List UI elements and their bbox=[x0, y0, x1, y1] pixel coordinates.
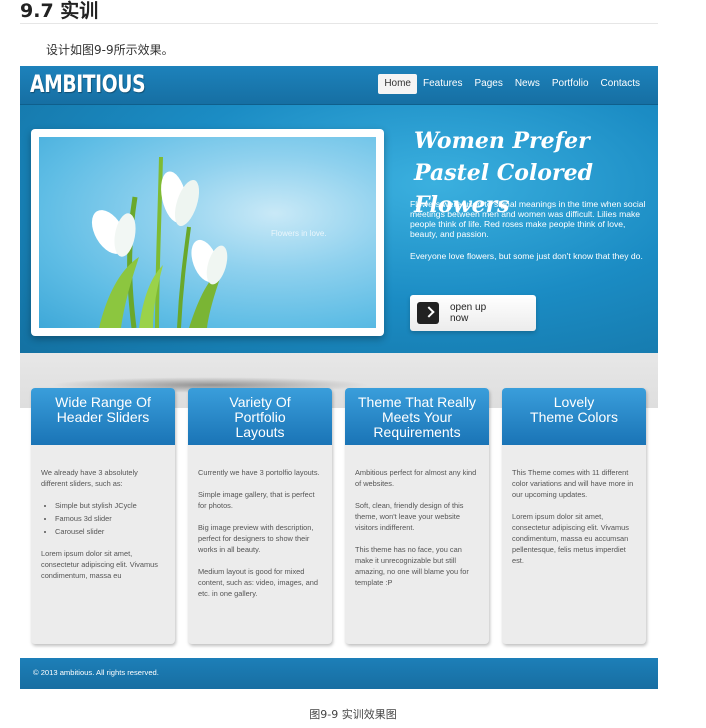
hero-banner: Flowers in love. Women Prefer Pastel Col… bbox=[20, 105, 658, 408]
box-paragraph: This Theme comes with 11 different color… bbox=[512, 468, 634, 499]
feature-box-title: Wide Range Of Header Sliders bbox=[31, 388, 175, 445]
nav-contacts[interactable]: Contacts bbox=[595, 74, 646, 94]
box-paragraph: Lorem ipsum dolor sit amet, consectetur … bbox=[512, 512, 629, 565]
site-footer: © 2013 ambitious. All rights reserved. bbox=[20, 658, 658, 689]
box-paragraph: We already have 3 absolutely different s… bbox=[41, 468, 138, 488]
box-paragraph: Medium layout is good for mixed content,… bbox=[198, 567, 318, 598]
nav-pages[interactable]: Pages bbox=[468, 74, 508, 94]
site-logo[interactable]: AMBITIOUS bbox=[30, 70, 146, 98]
title-divider bbox=[20, 23, 658, 24]
title-line: Theme That Really bbox=[357, 394, 476, 410]
website-figure: AMBITIOUS Home Features Pages News Portf… bbox=[20, 66, 658, 689]
flower-photo: Flowers in love. bbox=[39, 137, 376, 328]
box-paragraph: Currently we have 3 portolfio layouts. bbox=[198, 468, 320, 477]
open-up-now-button[interactable]: open up now bbox=[410, 295, 536, 331]
feature-box-sliders: Wide Range Of Header Sliders We already … bbox=[31, 388, 175, 644]
title-line: Variety Of bbox=[229, 394, 291, 410]
nav-portfolio[interactable]: Portfolio bbox=[546, 74, 595, 94]
box-paragraph: Soft, clean, friendly design of this the… bbox=[355, 501, 464, 532]
feature-box-body: We already have 3 absolutely different s… bbox=[31, 445, 175, 581]
hero-paragraph-2: Everyone love flowers, but some just don… bbox=[410, 251, 643, 261]
box-paragraph: Simple image gallery, that is perfect fo… bbox=[198, 490, 315, 510]
box-paragraph: Big image preview with description, perf… bbox=[198, 523, 314, 554]
nav-features[interactable]: Features bbox=[417, 74, 468, 94]
photo-caption: Flowers in love. bbox=[271, 229, 327, 238]
site-header: AMBITIOUS Home Features Pages News Portf… bbox=[20, 66, 658, 105]
box-paragraph: This theme has no face, you can make it … bbox=[355, 545, 469, 587]
title-line: Lovely bbox=[553, 394, 595, 410]
feature-box-colors: Lovely Theme Colors This Theme comes wit… bbox=[502, 388, 646, 644]
list-item: Simple but stylish JCycle bbox=[55, 500, 166, 511]
figure-caption: 图9-9 实训效果图 bbox=[309, 708, 397, 721]
cta-label: open up now bbox=[450, 302, 530, 324]
box-paragraph: Ambitious perfect for almost any kind of… bbox=[355, 468, 477, 488]
list-item: Carousel slider bbox=[55, 526, 166, 537]
title-line: Layouts bbox=[235, 424, 285, 440]
title-line: Requirements bbox=[373, 424, 461, 440]
slider-list: Simple but stylish JCycle Famous 3d slid… bbox=[41, 500, 166, 537]
cta-label-line2: now bbox=[450, 313, 469, 324]
nav-news[interactable]: News bbox=[509, 74, 546, 94]
arrow-right-icon bbox=[417, 302, 439, 324]
feature-box-title: Theme That Really Meets Your Requirement… bbox=[345, 388, 489, 445]
box-paragraph: Lorem ipsum dolor sit amet, consectetur … bbox=[41, 549, 158, 580]
title-line: Meets Your bbox=[381, 409, 453, 425]
intro-text: 设计如图9-9所示效果。 bbox=[46, 43, 174, 57]
slider-frame: Flowers in love. bbox=[31, 129, 384, 336]
copyright-text: © 2013 ambitious. All rights reserved. bbox=[33, 668, 159, 677]
hero-title-line1: Women Prefer bbox=[414, 128, 590, 154]
title-line: Wide Range Of bbox=[55, 394, 151, 410]
feature-box-body: Ambitious perfect for almost any kind of… bbox=[345, 445, 489, 588]
main-nav: Home Features Pages News Portfolio Conta… bbox=[378, 74, 646, 94]
hero-paragraph-1: Flowers were used to signal meanings in … bbox=[410, 199, 646, 239]
title-line: Theme Colors bbox=[530, 409, 618, 425]
section-title: 9.7 实训 bbox=[20, 0, 99, 22]
feature-box-title: Lovely Theme Colors bbox=[502, 388, 646, 445]
list-item: Famous 3d slider bbox=[55, 513, 166, 524]
title-line: Portfolio bbox=[234, 409, 286, 425]
title-line: Header Sliders bbox=[56, 409, 150, 425]
cta-label-line1: open up bbox=[450, 302, 487, 313]
feature-box-requirements: Theme That Really Meets Your Requirement… bbox=[345, 388, 489, 644]
feature-box-title: Variety Of Portfolio Layouts bbox=[188, 388, 332, 445]
hero-description: Flowers were used to signal meanings in … bbox=[410, 199, 646, 273]
feature-box-body: This Theme comes with 11 different color… bbox=[502, 445, 646, 566]
feature-box-body: Currently we have 3 portolfio layouts. S… bbox=[188, 445, 332, 599]
nav-home[interactable]: Home bbox=[378, 74, 417, 94]
feature-box-portfolio: Variety Of Portfolio Layouts Currently w… bbox=[188, 388, 332, 644]
